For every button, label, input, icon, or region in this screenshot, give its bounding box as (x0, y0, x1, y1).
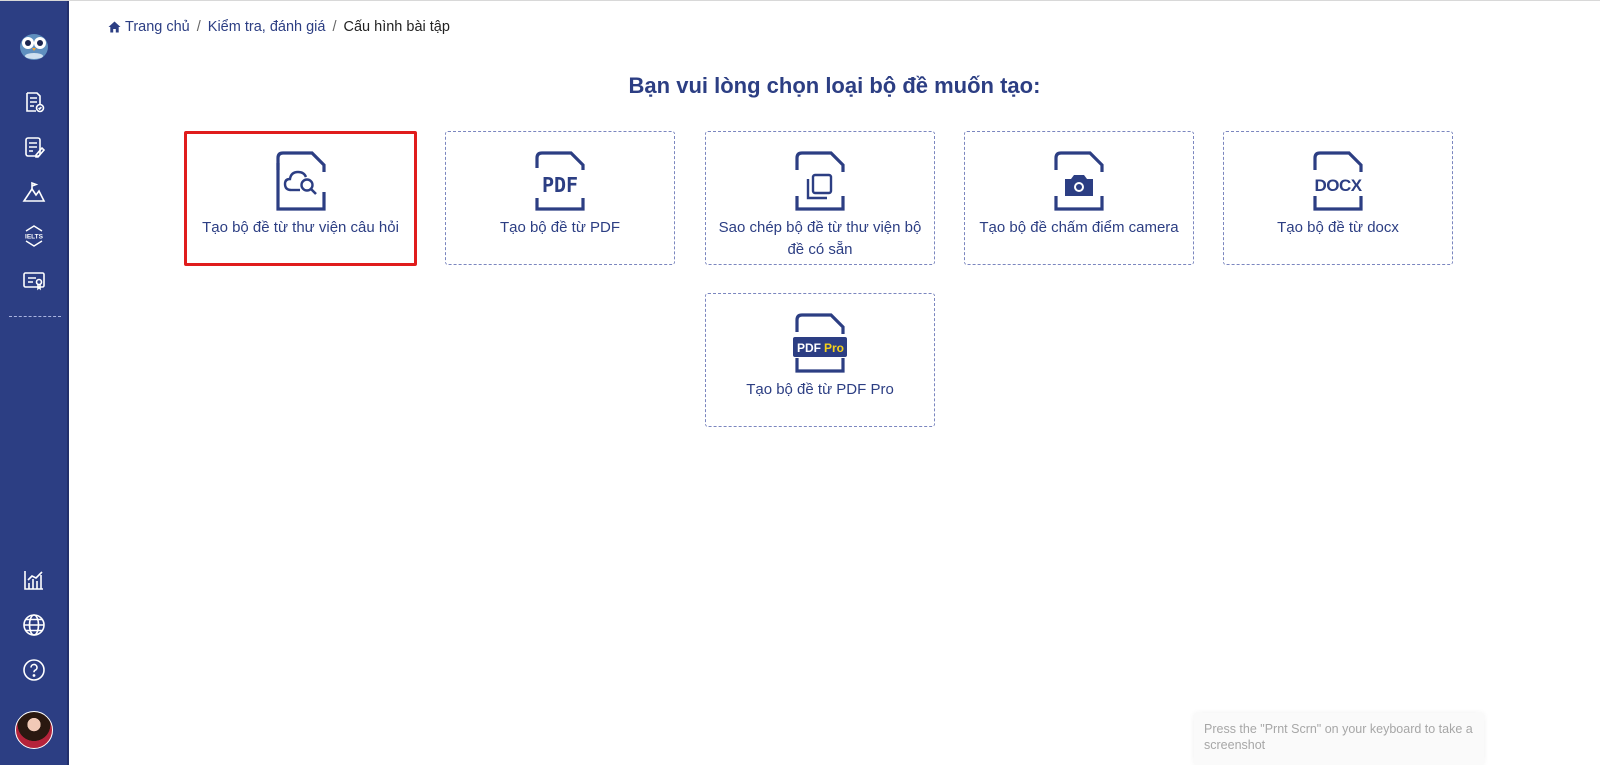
svg-text:PDF: PDF (797, 341, 821, 355)
ielts-icon[interactable]: IELTS (21, 223, 47, 249)
page-title: Bạn vui lòng chọn loại bộ đề muốn tạo: (628, 73, 1041, 98)
card-label: Tạo bộ đề từ PDF (499, 219, 621, 236)
card-pdf[interactable]: PDF Tạo bộ đề từ PDF (445, 131, 675, 265)
breadcrumb-separator: / (332, 19, 337, 35)
edit-document-icon[interactable] (21, 134, 47, 160)
breadcrumb-home-label: Trang chủ (125, 19, 190, 35)
card-label: Sao chép bộ đề từ thư viện bộ đề có sẵn (718, 219, 922, 258)
avatar[interactable] (14, 711, 53, 749)
card-docx[interactable]: DOCX Tạo bộ đề từ docx (1223, 131, 1453, 265)
certificate-icon[interactable] (21, 268, 47, 294)
card-label: Tạo bộ đề từ PDF Pro (746, 381, 894, 398)
home-icon (108, 21, 121, 33)
copy-file-icon (795, 151, 845, 211)
sidebar-divider (9, 316, 61, 317)
breadcrumb-assessment[interactable]: Kiểm tra, đánh giá (208, 19, 326, 35)
camera-file-icon (1054, 151, 1104, 211)
mountain-flag-icon[interactable] (21, 179, 47, 205)
card-library[interactable]: Tạo bộ đề từ thư viện câu hỏi (184, 131, 417, 266)
card-label: Tạo bộ đề từ docx (1277, 219, 1399, 236)
card-camera[interactable]: Tạo bộ đề chấm điểm camera (964, 131, 1194, 265)
screenshot-toast: Press the "Prnt Scrn" on your keyboard t… (1194, 713, 1484, 765)
pdf-pro-file-icon: PDF Pro (793, 313, 847, 373)
pdf-file-icon: PDF (535, 151, 585, 211)
svg-text:IELTS: IELTS (25, 234, 44, 241)
breadcrumb: Trang chủ / Kiểm tra, đánh giá / Cấu hìn… (108, 19, 450, 35)
card-label: Tạo bộ đề chấm điểm camera (979, 219, 1179, 236)
svg-text:Pro: Pro (824, 341, 844, 355)
breadcrumb-current: Cấu hình bài tập (343, 19, 450, 35)
docx-file-icon: DOCX (1313, 151, 1363, 211)
help-icon[interactable] (21, 657, 47, 683)
card-label: Tạo bộ đề từ thư viện câu hỏi (202, 219, 399, 236)
card-copy-library[interactable]: Sao chép bộ đề từ thư viện bộ đề có sẵn (705, 131, 935, 265)
svg-text:DOCX: DOCX (1314, 176, 1362, 195)
sidebar: IELTS (0, 1, 69, 765)
cloud-search-file-icon (275, 151, 326, 211)
svg-text:PDF: PDF (542, 173, 578, 197)
card-pdf-pro[interactable]: PDF Pro Tạo bộ đề từ PDF Pro (705, 293, 935, 427)
breadcrumb-separator: / (196, 19, 201, 35)
chart-icon[interactable] (21, 567, 47, 593)
breadcrumb-home[interactable]: Trang chủ (108, 19, 190, 35)
owl-logo-icon[interactable] (17, 28, 51, 62)
globe-icon[interactable] (21, 612, 47, 638)
